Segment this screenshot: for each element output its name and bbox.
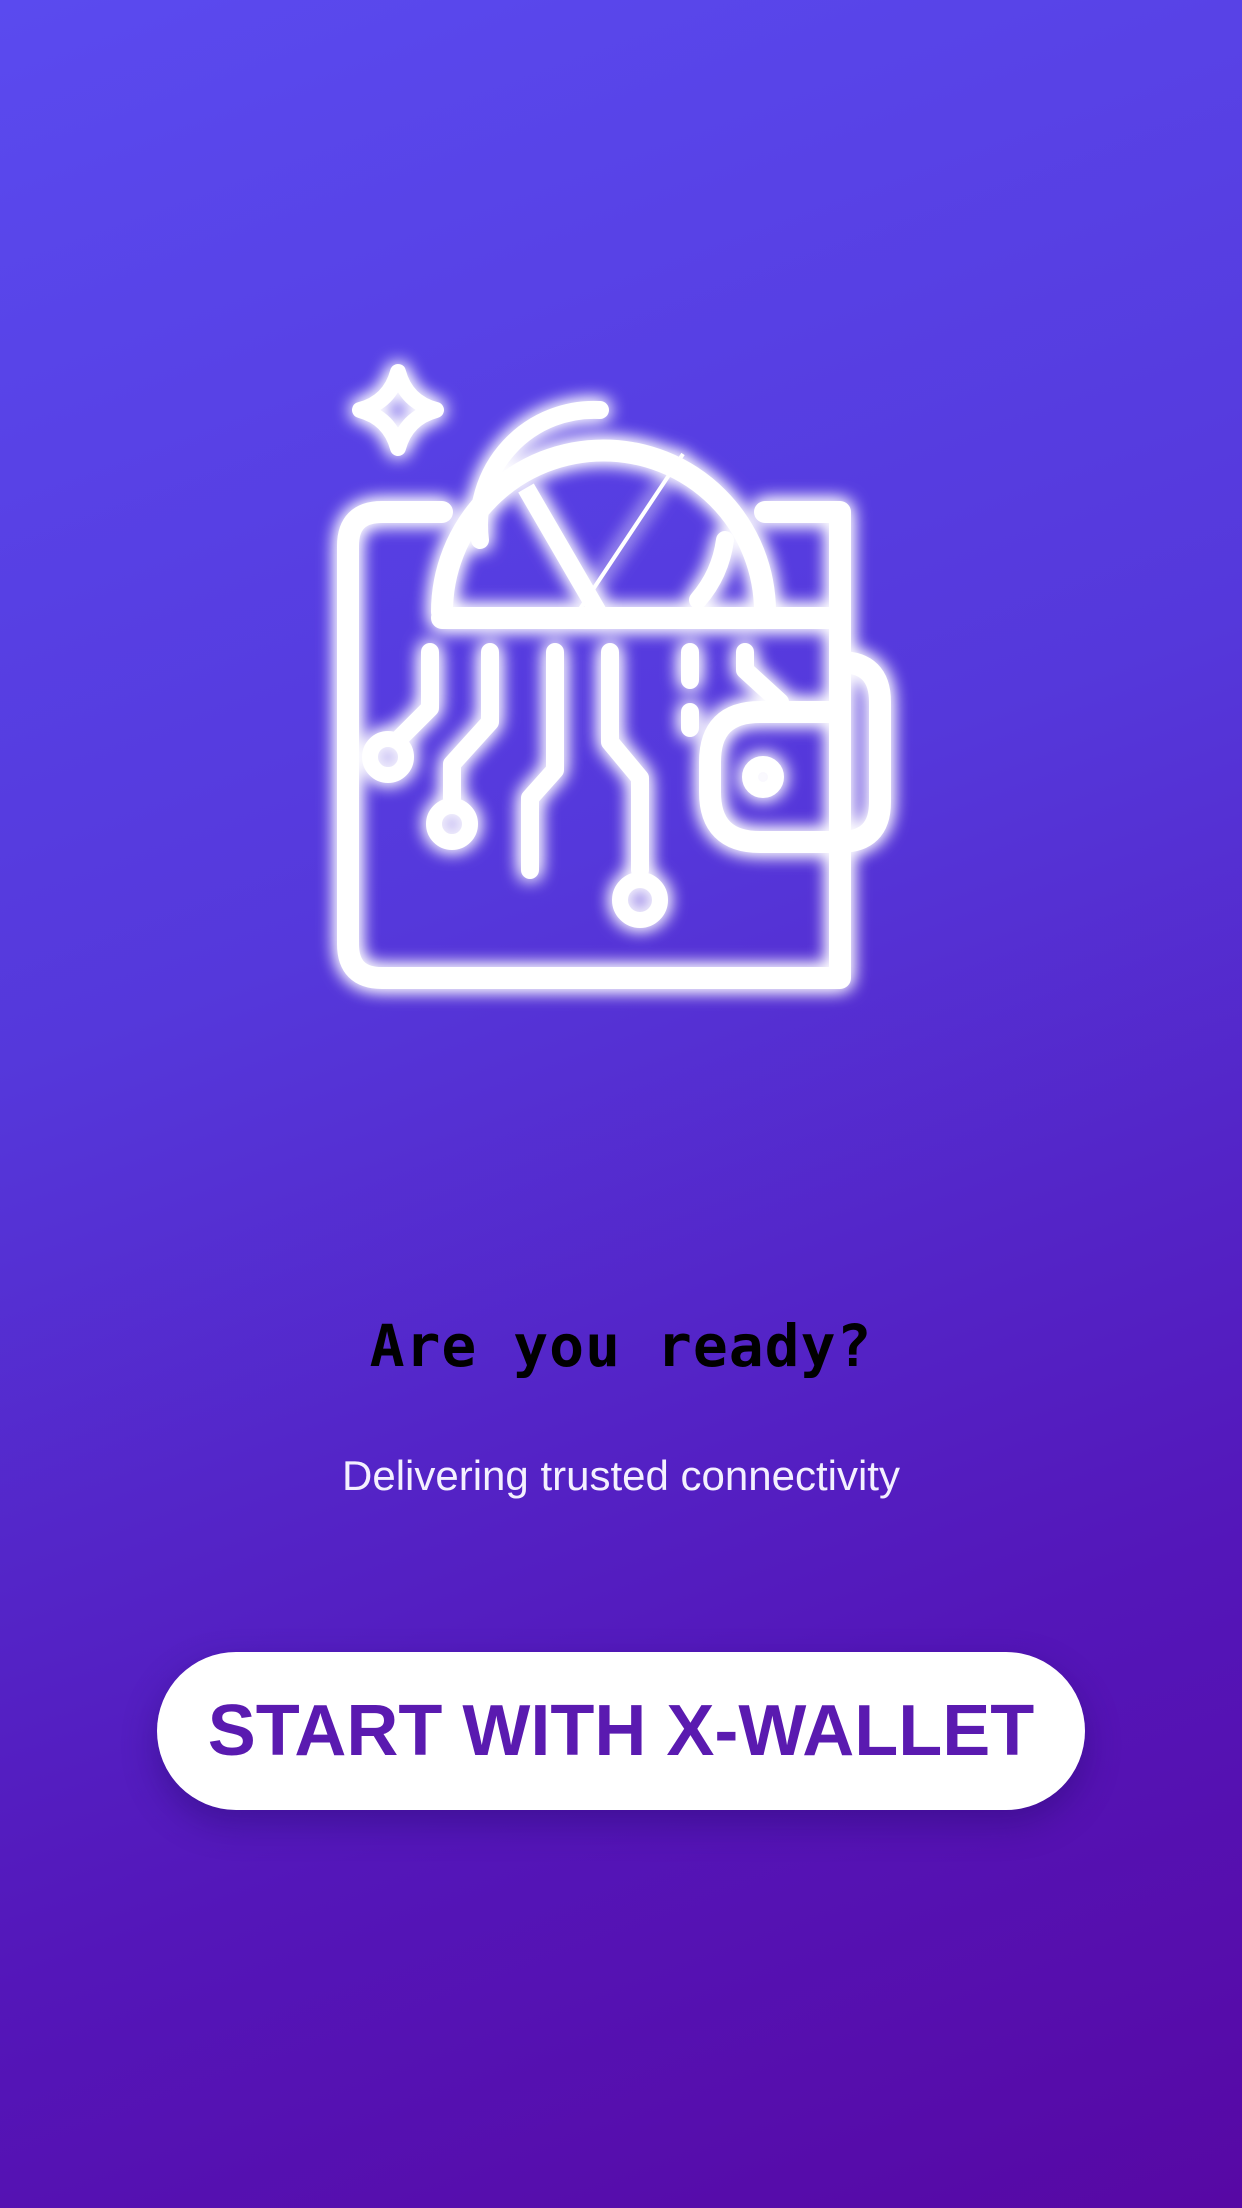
splash-screen: Are you ready? Delivering trusted connec…: [0, 0, 1242, 2208]
start-with-x-wallet-button[interactable]: START WITH X-WALLET: [157, 1652, 1085, 1810]
sparkle-icon: [352, 364, 444, 456]
headline: Are you ready?: [369, 1312, 873, 1380]
tagline: Delivering trusted connectivity: [342, 1452, 900, 1499]
wallet-illustration: [320, 350, 920, 1010]
wallet-clasp: [699, 651, 891, 853]
start-button-label: START WITH X-WALLET: [207, 1691, 1035, 1771]
crypto-wallet-icon: [337, 364, 891, 989]
